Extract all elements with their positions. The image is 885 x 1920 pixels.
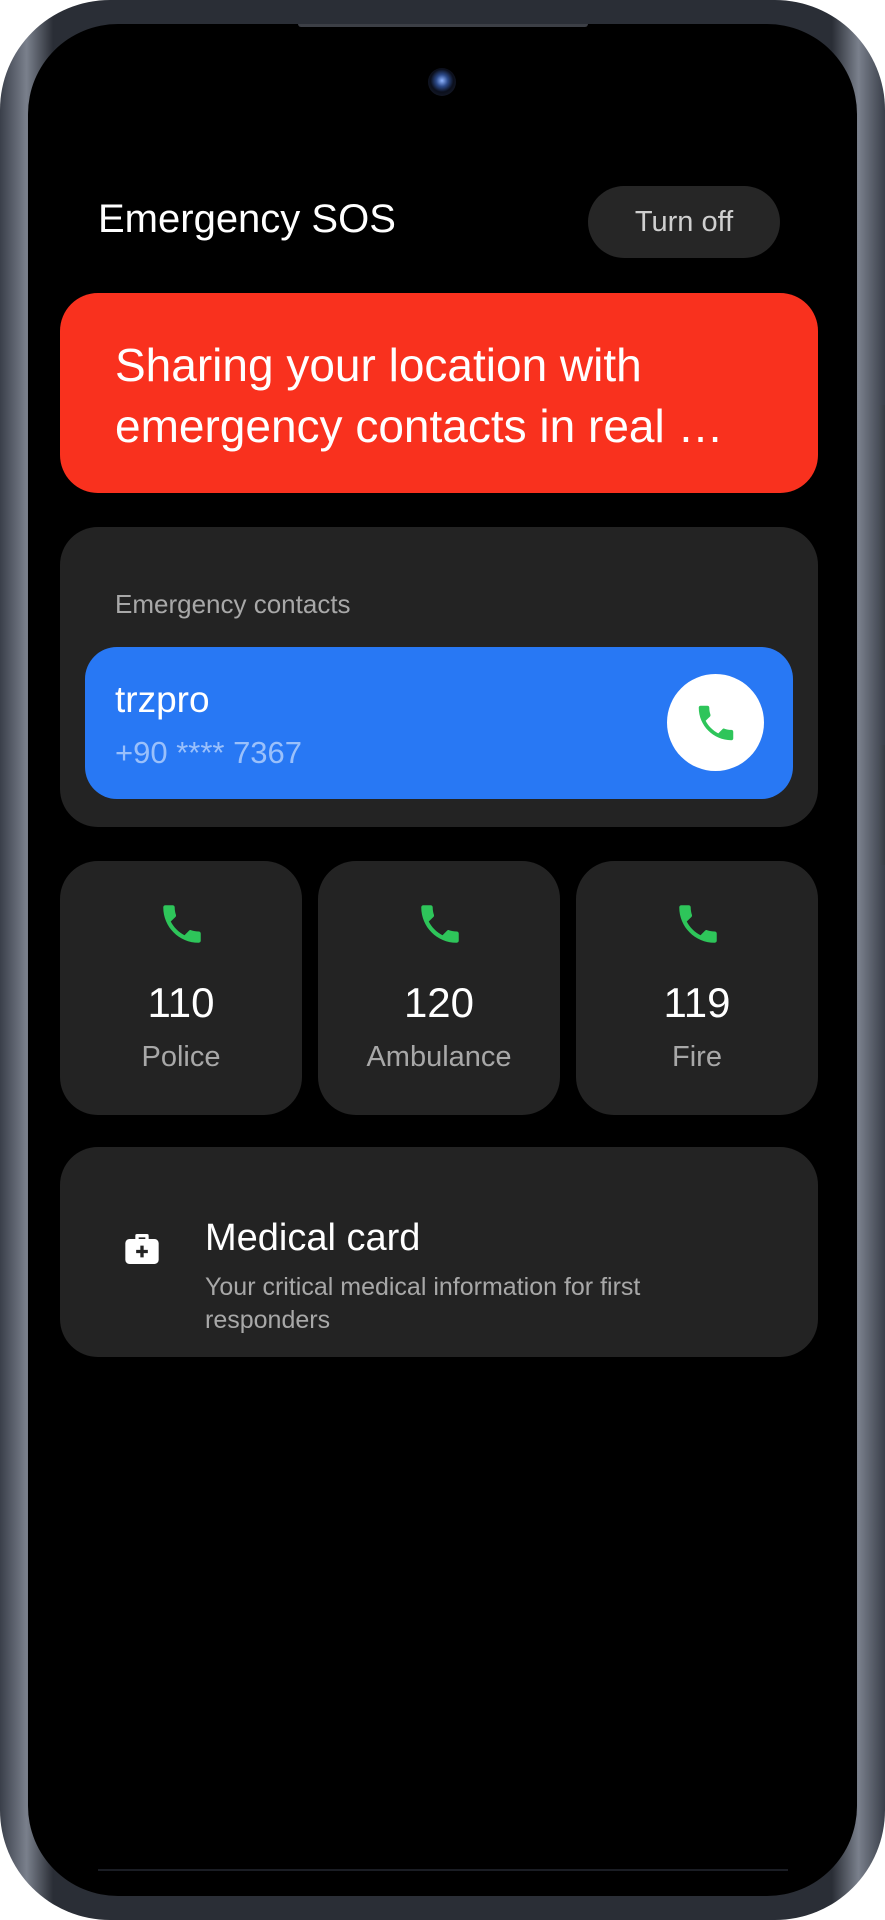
page-title: Emergency SOS	[98, 197, 396, 241]
call-contact-button[interactable]	[667, 674, 764, 771]
side-button-volume	[879, 405, 885, 670]
medical-card[interactable]: Medical card Your critical medical infor…	[60, 1147, 818, 1357]
medical-card-description: Your critical medical information for fi…	[205, 1273, 641, 1334]
screen: Emergency SOS Turn off Sharing your loca…	[28, 24, 857, 1896]
phone-icon	[679, 905, 717, 943]
quick-dial-ambulance[interactable]: 120 Ambulance	[318, 861, 560, 1115]
front-camera	[428, 68, 456, 96]
emergency-contacts-label: Emergency contacts	[115, 589, 351, 619]
quick-dial-number: 110	[147, 979, 215, 1026]
contact-item[interactable]: trzpro +90 **** 7367	[85, 647, 793, 799]
contact-phone-number: +90 **** 7367	[115, 735, 303, 770]
phone-icon	[421, 905, 459, 943]
bottom-edge-line	[98, 1869, 788, 1871]
side-button-power	[879, 745, 885, 865]
quick-dial-label: Fire	[672, 1041, 722, 1073]
earpiece-slit	[298, 24, 588, 27]
quick-dial-number: 120	[403, 979, 475, 1026]
turn-off-button[interactable]: Turn off	[588, 186, 780, 258]
medical-card-title: Medical card	[205, 1217, 421, 1259]
quick-dial-police[interactable]: 110 Police	[60, 861, 302, 1115]
phone-frame: Emergency SOS Turn off Sharing your loca…	[0, 0, 885, 1920]
quick-dial-label: Ambulance	[366, 1041, 512, 1073]
contact-name: trzpro	[115, 679, 210, 720]
phone-icon	[163, 905, 201, 943]
location-sharing-text: Sharing your location with emergency con…	[115, 339, 724, 452]
quick-dial-number: 119	[663, 979, 731, 1026]
quick-dial-label: Police	[141, 1041, 221, 1073]
emergency-contacts-card: Emergency contacts trzpro +90 **** 7367	[60, 527, 818, 827]
location-sharing-banner[interactable]: Sharing your location with emergency con…	[60, 293, 818, 493]
medical-kit-icon	[125, 1234, 159, 1264]
phone-icon	[698, 705, 733, 740]
quick-dial-fire[interactable]: 119 Fire	[576, 861, 818, 1115]
